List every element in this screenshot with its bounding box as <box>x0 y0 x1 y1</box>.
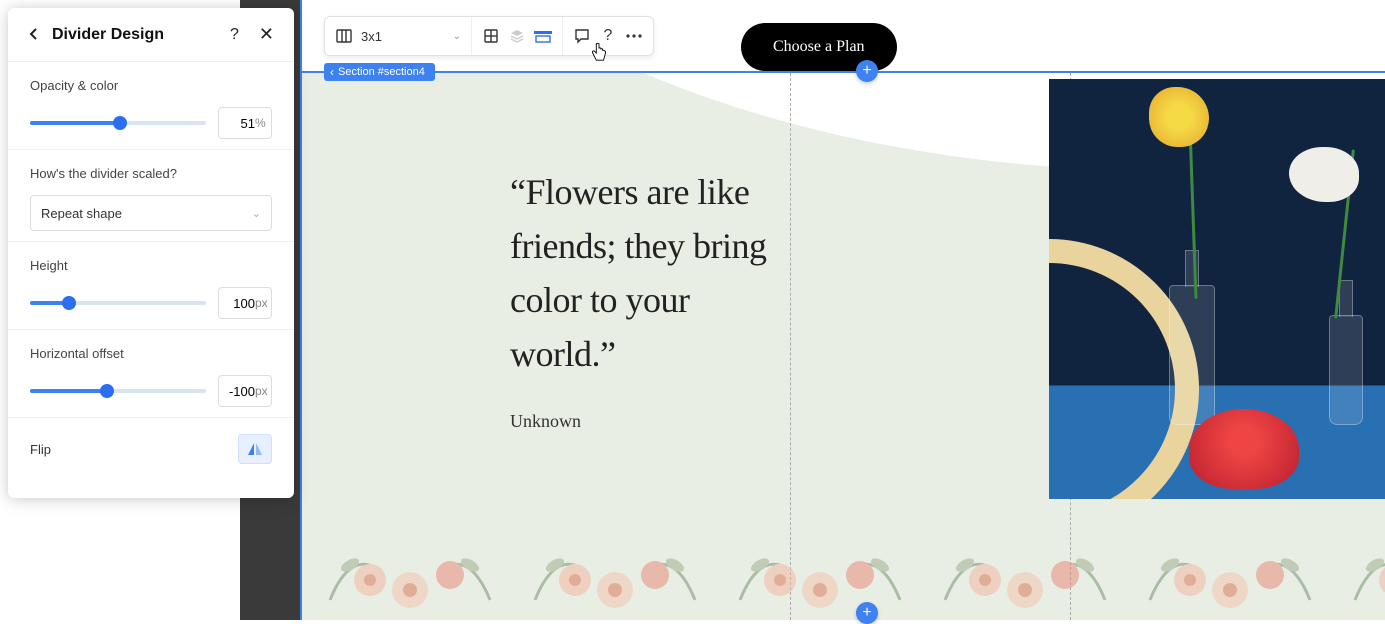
panel-title: Divider Design <box>52 26 210 44</box>
scale-value: Repeat shape <box>41 206 122 221</box>
add-section-bottom-button[interactable]: + <box>856 602 878 624</box>
grid-select[interactable]: 3x1 ⌄ <box>361 29 461 44</box>
opacity-slider[interactable] <box>30 113 206 133</box>
height-input[interactable] <box>225 296 255 311</box>
divider-band <box>300 520 1385 620</box>
opacity-input[interactable] <box>225 116 255 131</box>
help-icon[interactable]: ? <box>230 26 239 44</box>
opacity-unit: % <box>255 116 266 130</box>
scale-section: How's the divider scaled? Repeat shape ⌄ <box>8 150 294 242</box>
chevron-down-icon: ⌄ <box>453 31 461 42</box>
hoffset-slider[interactable] <box>30 381 206 401</box>
grid-icon[interactable] <box>335 27 353 45</box>
add-section-button[interactable]: + <box>856 60 878 82</box>
stretch-icon[interactable] <box>534 27 552 45</box>
chevron-down-icon: ⌄ <box>252 207 261 220</box>
hoffset-label: Horizontal offset <box>30 346 272 361</box>
back-icon[interactable] <box>28 24 40 45</box>
help-icon[interactable]: ? <box>599 27 617 45</box>
flip-section: Flip <box>8 418 294 480</box>
hoffset-value-box[interactable]: px <box>218 375 272 407</box>
context-toolbar: 3x1 ⌄ ? <box>324 16 654 56</box>
quote-author[interactable]: Unknown <box>510 411 581 432</box>
flip-label: Flip <box>30 442 51 457</box>
opacity-value-box[interactable]: % <box>218 107 272 139</box>
panel-body: Opacity & color % How's the divider scal… <box>8 62 294 498</box>
comment-icon[interactable] <box>573 27 591 45</box>
height-section: Height px <box>8 242 294 330</box>
layers-icon[interactable] <box>508 27 526 45</box>
height-unit: px <box>255 296 268 310</box>
flip-horizontal-button[interactable] <box>238 434 272 464</box>
height-value-box[interactable]: px <box>218 287 272 319</box>
scale-label: How's the divider scaled? <box>30 166 272 181</box>
height-label: Height <box>30 258 272 273</box>
hoffset-section: Horizontal offset px <box>8 330 294 418</box>
page-content[interactable]: “Flowers are like friends; they bring co… <box>300 73 1385 620</box>
flower-image[interactable] <box>1049 79 1385 499</box>
close-icon[interactable]: ✕ <box>259 24 274 45</box>
section-boundary <box>300 71 1385 73</box>
divider-design-panel: Divider Design ? ✕ Opacity & color % How… <box>8 8 294 498</box>
hoffset-input[interactable] <box>225 384 255 399</box>
grid-value: 3x1 <box>361 29 382 44</box>
more-icon[interactable] <box>625 27 643 45</box>
editor-canvas[interactable]: 3x1 ⌄ ? Choose a Plan <box>300 0 1385 620</box>
canvas-edge-line <box>300 0 302 620</box>
height-slider[interactable] <box>30 293 206 313</box>
section-tag[interactable]: Section #section4 <box>324 63 435 81</box>
opacity-section: Opacity & color % <box>8 62 294 150</box>
quote-text[interactable]: “Flowers are like friends; they bring co… <box>510 165 800 381</box>
opacity-label: Opacity & color <box>30 78 272 93</box>
panel-header: Divider Design ? ✕ <box>8 8 294 62</box>
layout-icon[interactable] <box>482 27 500 45</box>
scale-select[interactable]: Repeat shape ⌄ <box>30 195 272 231</box>
hoffset-unit: px <box>255 384 268 398</box>
